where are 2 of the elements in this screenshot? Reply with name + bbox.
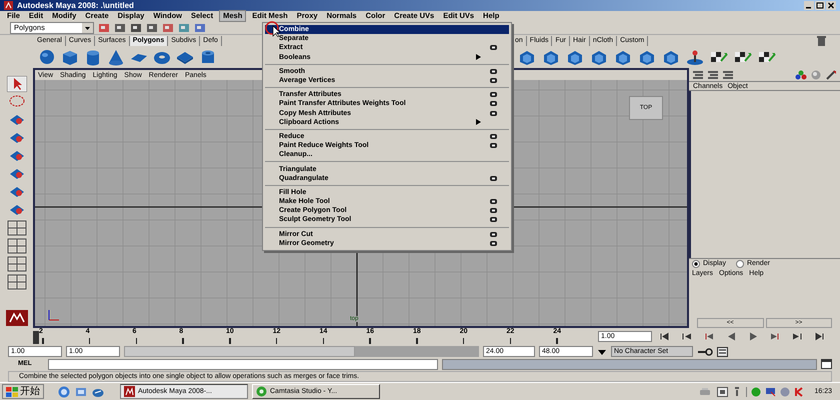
window-title: Autodesk Maya 2008: .\untitled [17, 2, 134, 10]
start-button[interactable]: 开始 [2, 384, 44, 399]
